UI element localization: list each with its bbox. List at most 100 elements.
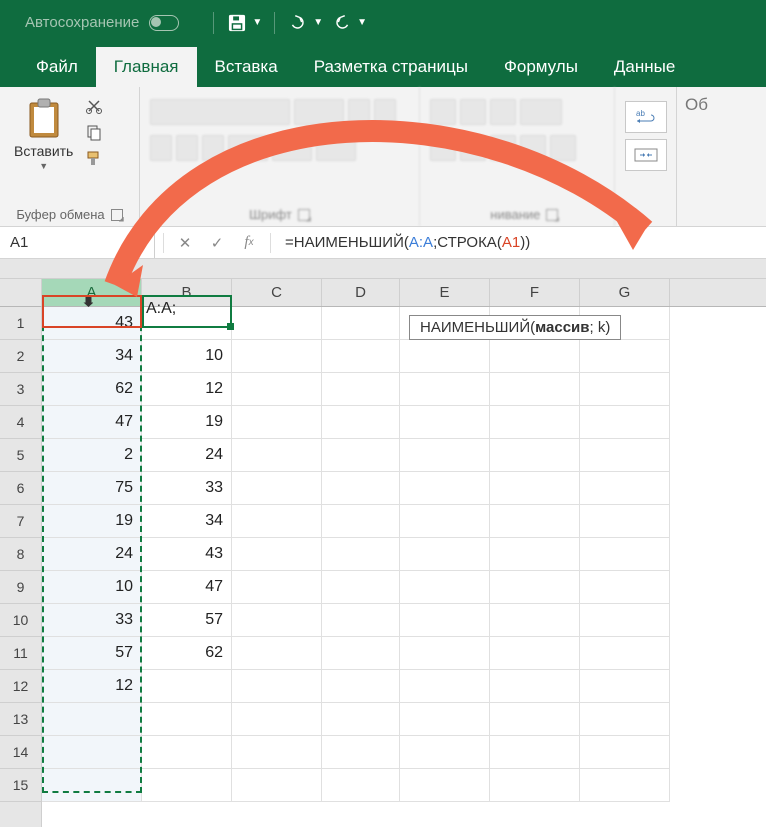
cell[interactable]: 47 <box>42 406 142 439</box>
cell[interactable] <box>490 373 580 406</box>
cell[interactable] <box>490 538 580 571</box>
cell[interactable] <box>490 571 580 604</box>
cell[interactable] <box>580 637 670 670</box>
cell[interactable] <box>580 472 670 505</box>
cell[interactable] <box>400 373 490 406</box>
cell[interactable]: 19 <box>142 406 232 439</box>
cell[interactable]: 33 <box>142 472 232 505</box>
autosave-toggle[interactable]: Автосохранение <box>25 14 179 31</box>
cell[interactable] <box>232 670 322 703</box>
cell[interactable] <box>400 769 490 802</box>
clipboard-dialog-launcher[interactable] <box>111 209 123 221</box>
cell[interactable] <box>322 670 400 703</box>
cell[interactable] <box>142 736 232 769</box>
row-header[interactable]: 7 <box>0 505 41 538</box>
col-header-F[interactable]: F <box>490 279 580 306</box>
format-painter-icon[interactable] <box>85 149 103 167</box>
copy-icon[interactable] <box>85 123 103 141</box>
cell[interactable] <box>232 340 322 373</box>
cell[interactable]: 62 <box>42 373 142 406</box>
cell[interactable] <box>580 538 670 571</box>
cell[interactable] <box>142 703 232 736</box>
cell[interactable] <box>580 373 670 406</box>
cell[interactable] <box>232 406 322 439</box>
tab-insert[interactable]: Вставка <box>197 47 296 87</box>
col-header-E[interactable]: E <box>400 279 490 306</box>
cell[interactable] <box>580 406 670 439</box>
cell[interactable] <box>400 571 490 604</box>
row-header[interactable]: 5 <box>0 439 41 472</box>
cell[interactable] <box>322 373 400 406</box>
cell[interactable] <box>400 604 490 637</box>
cell[interactable] <box>42 769 142 802</box>
cell[interactable] <box>490 604 580 637</box>
tab-file[interactable]: Файл <box>18 47 96 87</box>
wrap-text-button[interactable]: ab <box>625 101 667 133</box>
cell[interactable] <box>490 670 580 703</box>
row-header[interactable]: 12 <box>0 670 41 703</box>
cell[interactable] <box>322 637 400 670</box>
cell[interactable]: 75 <box>42 472 142 505</box>
cell[interactable] <box>232 505 322 538</box>
col-header-D[interactable]: D <box>322 279 400 306</box>
cell[interactable] <box>490 340 580 373</box>
cell[interactable] <box>322 505 400 538</box>
cell[interactable] <box>232 373 322 406</box>
cell[interactable]: 34 <box>42 340 142 373</box>
cell[interactable] <box>322 703 400 736</box>
save-icon[interactable] <box>226 12 248 34</box>
cell[interactable] <box>580 571 670 604</box>
cell[interactable] <box>232 571 322 604</box>
cell[interactable] <box>232 307 322 340</box>
cell[interactable]: 24 <box>42 538 142 571</box>
cell[interactable] <box>580 769 670 802</box>
select-all-corner[interactable] <box>0 279 42 307</box>
cell[interactable] <box>580 340 670 373</box>
cell[interactable]: 12 <box>142 373 232 406</box>
cell[interactable] <box>580 703 670 736</box>
cell[interactable]: 57 <box>142 604 232 637</box>
cell[interactable]: 10 <box>42 571 142 604</box>
cell[interactable] <box>490 406 580 439</box>
cell[interactable]: 34 <box>142 505 232 538</box>
cell[interactable] <box>400 406 490 439</box>
cell[interactable] <box>232 769 322 802</box>
cell[interactable] <box>322 406 400 439</box>
row-header[interactable]: 6 <box>0 472 41 505</box>
cell[interactable] <box>322 538 400 571</box>
cut-icon[interactable] <box>85 97 103 115</box>
tab-home[interactable]: Главная <box>96 47 197 87</box>
cell[interactable] <box>490 505 580 538</box>
cell[interactable] <box>232 439 322 472</box>
cell[interactable]: 43 <box>42 307 142 340</box>
row-header[interactable]: 3 <box>0 373 41 406</box>
cell[interactable] <box>580 670 670 703</box>
cell[interactable]: 57 <box>42 637 142 670</box>
tab-data[interactable]: Данные <box>596 47 693 87</box>
cell[interactable] <box>400 703 490 736</box>
cell[interactable] <box>400 505 490 538</box>
cell[interactable] <box>142 769 232 802</box>
cell[interactable] <box>232 604 322 637</box>
cell[interactable] <box>400 439 490 472</box>
namebox-dropdown-icon[interactable]: ▼ <box>135 238 144 248</box>
row-header[interactable]: 15 <box>0 769 41 802</box>
row-header[interactable]: 8 <box>0 538 41 571</box>
redo-icon[interactable] <box>331 12 353 34</box>
cell[interactable]: 33 <box>42 604 142 637</box>
cell[interactable] <box>232 472 322 505</box>
cell[interactable] <box>322 736 400 769</box>
row-header[interactable]: 10 <box>0 604 41 637</box>
row-header[interactable]: 2 <box>0 340 41 373</box>
row-header[interactable]: 14 <box>0 736 41 769</box>
fx-icon[interactable]: fx <box>238 232 260 254</box>
cell[interactable] <box>490 769 580 802</box>
cell[interactable] <box>322 307 400 340</box>
cell[interactable] <box>580 736 670 769</box>
undo-dropdown-icon[interactable]: ▼ <box>313 17 323 28</box>
cell[interactable] <box>400 340 490 373</box>
cell[interactable] <box>232 703 322 736</box>
cell[interactable] <box>580 439 670 472</box>
cell[interactable]: 10 <box>142 340 232 373</box>
cell[interactable] <box>400 670 490 703</box>
